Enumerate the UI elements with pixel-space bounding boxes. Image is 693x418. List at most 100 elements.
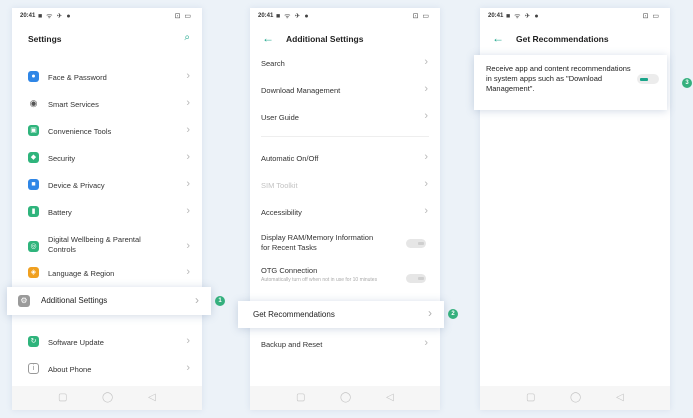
step-badge-3: 3 — [682, 78, 692, 88]
settings-item-label: Accessibility — [261, 208, 302, 217]
step-badge-2: 2 — [448, 309, 458, 319]
settings-item-user-guide[interactable]: User Guide › — [250, 105, 440, 129]
settings-item-label: Security — [48, 154, 76, 163]
settings-item-label: Digital Wellbeing & Parental Controls — [48, 235, 141, 254]
settings-item-label: Display RAM/Memory Information for Recen… — [261, 233, 374, 252]
settings-item-otg-connection[interactable]: OTG Connection Automatically turn off wh… — [250, 262, 440, 296]
back-arrow-icon[interactable]: ← — [492, 31, 504, 45]
recent-apps-icon[interactable]: ▢ — [296, 392, 305, 403]
convenience-tools-icon: ▣ — [28, 125, 39, 136]
home-icon[interactable]: ◯ — [570, 392, 581, 403]
status-right-icons: ⊡ ▭ — [174, 13, 192, 20]
settings-item-label: Automatic On/Off — [261, 154, 319, 163]
otg-connection-description: Automatically turn off when not in use f… — [261, 277, 378, 283]
recent-apps-icon[interactable]: ▢ — [58, 392, 67, 403]
status-left-icons: ■ ᯤ ✈ ● — [276, 13, 310, 20]
page-title: Get Recommendations — [516, 34, 609, 44]
receive-recommendations-toggle[interactable] — [637, 74, 659, 84]
additional-settings-header: ← Additional Settings — [250, 26, 440, 52]
software-update-icon: ↻ — [28, 336, 39, 347]
get-recommendations-header: ← Get Recommendations — [480, 26, 670, 52]
settings-item-device-privacy[interactable]: ■ Device & Privacy › — [12, 173, 202, 197]
additional-settings-highlight[interactable]: ⚙ Additional Settings › — [7, 287, 211, 315]
receive-recommendations-text: Receive app and content recommendations … — [486, 64, 631, 93]
home-icon[interactable]: ◯ — [340, 392, 351, 403]
chevron-right-icon: › — [186, 240, 190, 252]
chevron-right-icon: › — [424, 151, 428, 163]
status-left-icons: ■ ᯤ ✈ ● — [38, 13, 72, 20]
chevron-right-icon: › — [424, 205, 428, 217]
back-arrow-icon[interactable]: ← — [262, 31, 274, 45]
smart-services-icon: ◉ — [28, 98, 39, 109]
search-icon[interactable]: ⌕ — [184, 32, 190, 43]
settings-item-security[interactable]: ◆ Security › — [12, 146, 202, 170]
chevron-right-icon: › — [186, 362, 190, 374]
settings-item-language-region[interactable]: ◈ Language & Region › — [12, 261, 202, 285]
status-time: 20:41 — [488, 13, 504, 19]
page-title: Settings — [28, 34, 62, 44]
chevron-right-icon: › — [186, 266, 190, 278]
otg-connection-toggle[interactable] — [406, 274, 426, 283]
display-ram-toggle[interactable] — [406, 239, 426, 248]
chevron-right-icon: › — [424, 178, 428, 190]
settings-item-label: Smart Services — [48, 100, 99, 109]
settings-item-software-update[interactable]: ↻ Software Update › — [12, 330, 202, 354]
additional-settings-label: Additional Settings — [41, 296, 108, 305]
chevron-right-icon: › — [186, 70, 190, 82]
settings-item-about-phone[interactable]: i About Phone › — [12, 357, 202, 381]
settings-item-label: Face & Password — [48, 73, 107, 82]
phone-settings-screen: 20:41 ■ ᯤ ✈ ● ⊡ ▭ Settings ⌕ ● Face & Pa… — [12, 8, 202, 410]
settings-item-label: Backup and Reset — [261, 340, 323, 349]
phone-additional-settings-screen: 20:41 ■ ᯤ ✈ ● ⊡ ▭ ← Additional Settings … — [250, 8, 440, 410]
settings-item-digital-wellbeing[interactable]: ◎ Digital Wellbeing & Parental Controls … — [12, 232, 202, 262]
settings-item-backup-reset[interactable]: Backup and Reset › — [250, 332, 440, 356]
settings-header: Settings ⌕ — [12, 26, 202, 52]
settings-item-download-management[interactable]: Download Management › — [250, 78, 440, 102]
settings-item-label: User Guide — [261, 113, 299, 122]
back-icon[interactable]: ◁ — [386, 392, 394, 403]
about-phone-icon: i — [28, 363, 39, 374]
settings-item-label: Language & Region — [48, 269, 115, 278]
face-password-icon: ● — [28, 71, 39, 82]
settings-item-label: Download Management — [261, 86, 341, 95]
digital-wellbeing-icon: ◎ — [28, 241, 39, 252]
get-recommendations-label: Get Recommendations — [253, 310, 335, 319]
status-time: 20:41 — [20, 13, 36, 19]
settings-item-label: SIM Toolkit — [261, 181, 298, 190]
back-icon[interactable]: ◁ — [616, 392, 624, 403]
settings-item-label: Device & Privacy — [48, 181, 105, 190]
settings-item-label: Search — [261, 59, 285, 68]
system-nav-bar: ▢ ◯ ◁ — [480, 386, 670, 410]
recent-apps-icon[interactable]: ▢ — [526, 392, 535, 403]
status-bar: 20:41 ■ ᯤ ✈ ● ⊡ ▭ — [480, 10, 670, 24]
divider — [261, 136, 429, 137]
settings-item-smart-services[interactable]: ◉ Smart Services › — [12, 92, 202, 116]
step-badge-1: 1 — [215, 296, 225, 306]
home-icon[interactable]: ◯ — [102, 392, 113, 403]
settings-item-label: OTG Connection — [261, 266, 318, 275]
settings-item-label: Battery — [48, 208, 72, 217]
security-icon: ◆ — [28, 152, 39, 163]
chevron-right-icon: › — [186, 151, 190, 163]
status-bar: 20:41 ■ ᯤ ✈ ● ⊡ ▭ — [250, 10, 440, 24]
status-bar: 20:41 ■ ᯤ ✈ ● ⊡ ▭ — [12, 10, 202, 24]
chevron-right-icon: › — [424, 83, 428, 95]
settings-item-search[interactable]: Search › — [250, 51, 440, 75]
settings-item-face-password[interactable]: ● Face & Password › — [12, 65, 202, 89]
settings-item-accessibility[interactable]: Accessibility › — [250, 200, 440, 224]
chevron-right-icon: › — [186, 124, 190, 136]
status-right-icons: ⊡ ▭ — [412, 13, 430, 20]
get-recommendations-highlight[interactable]: Get Recommendations › — [238, 301, 444, 328]
settings-item-sim-toolkit: SIM Toolkit › — [250, 173, 440, 197]
settings-item-automatic-on-off[interactable]: Automatic On/Off › — [250, 146, 440, 170]
device-privacy-icon: ■ — [28, 179, 39, 190]
settings-item-convenience-tools[interactable]: ▣ Convenience Tools › — [12, 119, 202, 143]
settings-item-label: Software Update — [48, 338, 104, 347]
settings-item-battery[interactable]: ▮ Battery › — [12, 200, 202, 224]
settings-item-display-ram[interactable]: Display RAM/Memory Information for Recen… — [250, 230, 440, 258]
settings-item-label: About Phone — [48, 365, 92, 374]
chevron-right-icon: › — [424, 56, 428, 68]
receive-recommendations-highlight: Receive app and content recommendations … — [474, 55, 667, 110]
back-icon[interactable]: ◁ — [148, 392, 156, 403]
status-time: 20:41 — [258, 13, 274, 19]
